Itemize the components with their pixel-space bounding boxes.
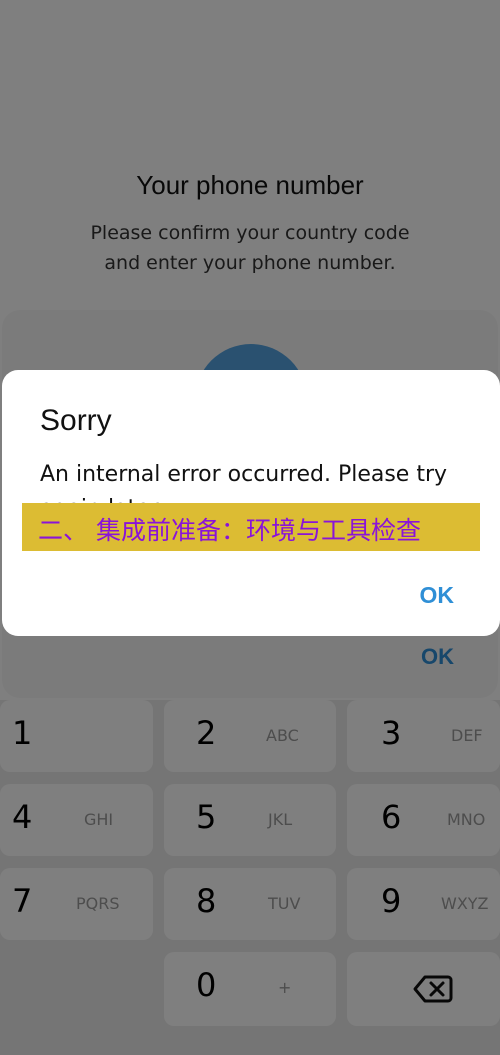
dialog-title: Sorry [40,404,112,437]
dialog-message: An internal error occurred. Please try a… [40,462,448,504]
caption-banner-text: 二、 集成前准备：环境与工具检查 [38,516,421,545]
dialog-ok-button[interactable]: OK [420,582,455,609]
caption-banner: 二、 集成前准备：环境与工具检查 [22,503,480,551]
